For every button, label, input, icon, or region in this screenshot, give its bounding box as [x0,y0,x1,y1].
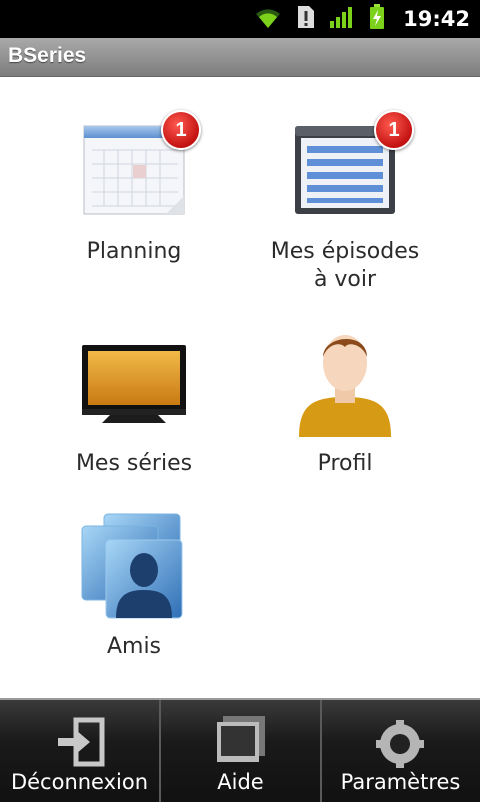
logout-icon [0,714,159,770]
title-bar: BSeries [0,38,480,77]
alert-icon [297,5,315,33]
tile-planning[interactable]: 1 Planning [14,110,254,280]
help-icon [161,714,320,770]
user-icon [293,327,397,443]
help-label: Aide [217,770,264,794]
clock: 19:42 [403,7,470,31]
settings-button[interactable]: Paramètres [321,700,480,802]
gear-icon [321,714,480,770]
logout-button[interactable]: Déconnexion [0,700,159,802]
tv-icon [80,343,188,431]
tile-friends[interactable]: Amis [14,508,254,668]
wifi-icon [253,4,283,34]
tile-profile[interactable]: Profil [225,325,465,485]
settings-label: Paramètres [340,770,461,794]
tile-label: Planning [86,239,182,264]
tile-my-series[interactable]: Mes séries [14,325,254,485]
help-button[interactable]: Aide [161,700,320,802]
signal-icon [329,5,355,33]
bottom-bar: Déconnexion Aide Paramètres [0,698,480,802]
tile-label: Amis [106,634,162,659]
status-bar: 19:42 [0,0,480,38]
battery-charging-icon [369,4,385,34]
logout-label: Déconnexion [10,770,149,794]
friends-icon [80,510,188,626]
app-title: BSeries [8,44,87,67]
tile-label: Profil [317,451,373,476]
planning-badge: 1 [161,110,201,150]
tile-label: Mes séries [75,451,193,476]
episodes-badge: 1 [374,110,414,150]
tile-label: Mes épisodes à voir [270,239,420,292]
tile-episodes-to-watch[interactable]: 1 Mes épisodes à voir [225,110,465,300]
